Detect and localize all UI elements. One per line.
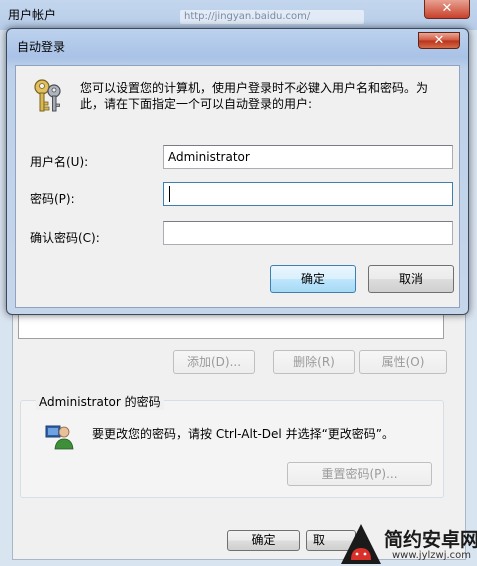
- user-accounts-close-button[interactable]: ✕: [424, 0, 470, 19]
- confirm-password-label: 确认密码(C):: [30, 231, 100, 245]
- text-caret: [169, 186, 170, 202]
- auto-logon-dialog: 自动登录 ✕ 您可以设置您的计算机，使用户登录时不必键入用户名和密码。为此，请在…: [6, 28, 469, 315]
- dialog-close-button[interactable]: ✕: [418, 32, 460, 49]
- watermark-url: www.jylzwj.com: [392, 550, 472, 561]
- dialog-cancel-button[interactable]: 取消: [368, 265, 454, 293]
- add-user-button[interactable]: 添加(D)...: [173, 350, 255, 374]
- reset-password-button[interactable]: 重置密码(P)...: [287, 462, 432, 486]
- dialog-title: 自动登录: [17, 40, 66, 54]
- key-icon: [34, 79, 61, 112]
- blurred-address-bar: http://jingyan.baidu.com/: [180, 10, 364, 24]
- password-label: 密码(P):: [30, 192, 75, 206]
- watermark-text: 简约安卓网: [384, 529, 477, 551]
- dialog-ok-button[interactable]: 确定: [270, 265, 356, 293]
- properties-button[interactable]: 属性(O): [359, 350, 447, 374]
- password-group-title: Administrator 的密码: [36, 393, 164, 410]
- password-change-hint: 要更改您的密码，请按 Ctrl-Alt-Del 并选择“更改密码”。: [92, 427, 395, 441]
- password-input[interactable]: [163, 182, 453, 206]
- user-avatar-icon: [45, 425, 74, 450]
- dialog-client-area: 您可以设置您的计算机，使用户登录时不必键入用户名和密码。为此，请在下面指定一个可…: [15, 65, 460, 308]
- delete-user-button[interactable]: 删除(R): [273, 350, 355, 374]
- username-label: 用户名(U):: [30, 155, 89, 169]
- user-accounts-window-title: 用户帐户: [8, 8, 57, 22]
- dialog-description: 您可以设置您的计算机，使用户登录时不必键入用户名和密码。为此，请在下面指定一个可…: [80, 81, 429, 111]
- username-input[interactable]: [163, 145, 453, 169]
- user-accounts-ok-button[interactable]: 确定: [227, 530, 300, 551]
- confirm-password-input[interactable]: [163, 221, 453, 245]
